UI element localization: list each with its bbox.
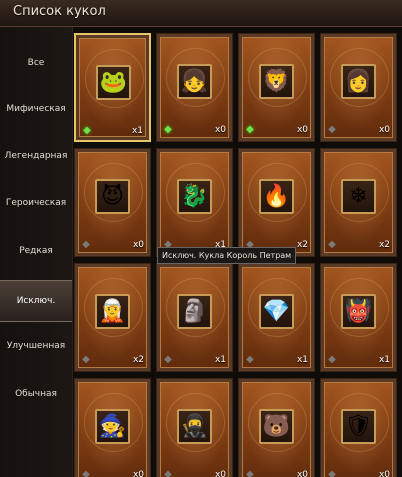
doll-count: x1 (378, 355, 390, 365)
doll-card[interactable]: 😈 ◆ x0 (74, 148, 151, 257)
doll-card[interactable]: 🧙 ◆ x0 (74, 378, 151, 477)
crystal-spirit-doll-icon: 💎 (259, 294, 294, 329)
sidebar-item-exclusive[interactable]: Исключ. (0, 280, 72, 322)
gray-gem-icon: ◆ (82, 239, 90, 250)
green-gem-icon: ◆ (246, 124, 254, 135)
blue-elf-doll-icon: 🧝 (95, 294, 130, 329)
doll-card[interactable]: 🧝 ◆ x2 (74, 263, 151, 372)
sidebar-item-label: Легендарная (4, 151, 68, 161)
sidebar-item-mythic[interactable]: Мифическая (0, 89, 72, 129)
sidebar-item-label: Мифическая (6, 104, 66, 114)
doll-card[interactable]: 👹 ◆ x1 (320, 263, 397, 372)
doll-card[interactable]: 🐸 ◆ x1 (74, 33, 151, 142)
sidebar-item-label: Героическая (5, 198, 67, 208)
gray-gem-icon: ◆ (328, 124, 336, 135)
gray-gem-icon: ◆ (246, 354, 254, 365)
white-hair-girl-doll-icon: 👩 (341, 64, 376, 99)
ice-spirit-doll-icon: ❄ (341, 179, 376, 214)
gray-gem-icon: ◆ (164, 469, 172, 477)
doll-count: x0 (378, 470, 390, 477)
sidebar-item-common[interactable]: Обычная (0, 374, 72, 414)
green-gem-icon: ◆ (164, 124, 172, 135)
doll-count: x0 (296, 125, 308, 135)
category-sidebar: Все Мифическая Легендарная Героическая Р… (0, 27, 73, 477)
doll-card[interactable]: 🦁 ◆ x0 (238, 33, 315, 142)
sidebar-item-all[interactable]: Все (0, 43, 72, 83)
gray-gem-icon: ◆ (328, 239, 336, 250)
doll-card[interactable]: ❄ ◆ x2 (320, 148, 397, 257)
doll-count: x0 (214, 470, 226, 477)
title-bar: Список кукол (0, 0, 402, 27)
doll-card[interactable]: 🐻 ◆ x0 (238, 378, 315, 477)
sidebar-item-legendary[interactable]: Легендарная (0, 136, 72, 176)
doll-count: x1 (214, 355, 226, 365)
sidebar-item-label: Исключ. (16, 296, 56, 306)
masked-fighter-doll-icon: 🥷 (177, 409, 212, 444)
doll-card[interactable]: 🗿 ◆ x1 (156, 263, 233, 372)
gray-gem-icon: ◆ (328, 469, 336, 477)
doll-count: x0 (132, 470, 144, 477)
red-imp-doll-icon: 👹 (341, 294, 376, 329)
white-hair-warrior-doll-icon: 🧙 (95, 409, 130, 444)
sidebar-item-label: Редкая (19, 246, 53, 256)
doll-count: x1 (131, 126, 143, 136)
doll-tooltip: Исключ. Кукла Король Петрам (157, 247, 297, 264)
gray-gem-icon: ◆ (164, 354, 172, 365)
doll-card[interactable]: 💎 ◆ x1 (238, 263, 315, 372)
dark-girl-doll-icon: 👧 (177, 64, 212, 99)
doll-count: x0 (296, 470, 308, 477)
gray-gem-icon: ◆ (328, 354, 336, 365)
doll-count: x1 (296, 355, 308, 365)
gray-gem-icon: ◆ (82, 469, 90, 477)
doll-card[interactable]: 👧 ◆ x0 (156, 33, 233, 142)
armored-knight-doll-icon: 🛡 (341, 409, 376, 444)
doll-card[interactable]: 🔥 ◆ x2 (238, 148, 315, 257)
window-title: Список кукол (13, 4, 106, 19)
armored-beast-doll-icon: 🦁 (259, 64, 294, 99)
fire-spirit-doll-icon: 🔥 (259, 179, 294, 214)
doll-count: x2 (132, 355, 144, 365)
sidebar-item-label: Улучшенная (6, 341, 66, 351)
doll-card[interactable]: 🥷 ◆ x0 (156, 378, 233, 477)
blue-dragon-doll-icon: 🐉 (177, 179, 212, 214)
doll-count: x0 (214, 125, 226, 135)
doll-card[interactable]: 🛡 ◆ x0 (320, 378, 397, 477)
doll-count: x0 (378, 125, 390, 135)
red-demon-doll-icon: 😈 (95, 179, 130, 214)
green-gem-icon: ◆ (83, 125, 91, 136)
doll-card[interactable]: 🐉 ◆ x1 (156, 148, 233, 257)
doll-card[interactable]: 👩 ◆ x0 (320, 33, 397, 142)
doll-count: x2 (296, 240, 308, 250)
doll-count: x0 (132, 240, 144, 250)
sidebar-item-label: Все (27, 58, 45, 68)
sidebar-item-rare[interactable]: Редкая (0, 231, 72, 271)
gray-gem-icon: ◆ (246, 469, 254, 477)
sidebar-item-heroic[interactable]: Героическая (0, 183, 72, 223)
sidebar-item-label: Обычная (15, 389, 57, 399)
gray-gem-icon: ◆ (82, 354, 90, 365)
sidebar-item-improved[interactable]: Улучшенная (0, 326, 72, 366)
rock-golem-doll-icon: 🗿 (177, 294, 212, 329)
furry-creature-doll-icon: 🐻 (259, 409, 294, 444)
doll-count: x2 (378, 240, 390, 250)
frog-doll-icon: 🐸 (96, 65, 131, 100)
